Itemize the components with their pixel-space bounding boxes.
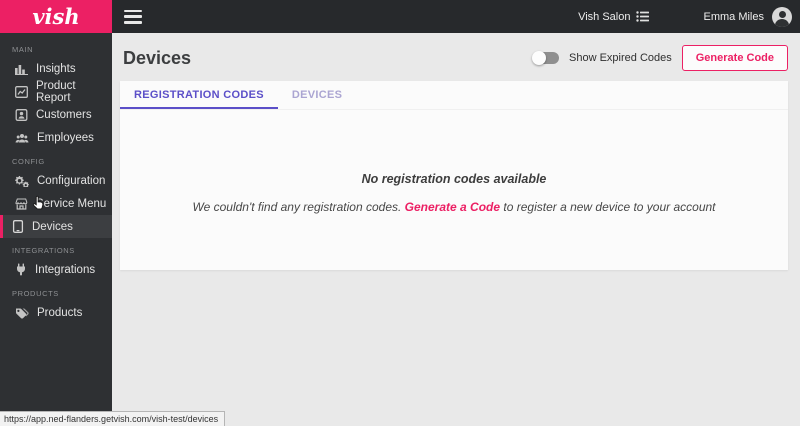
link-status-bar: https://app.ned-flanders.getvish.com/vis… <box>0 411 226 426</box>
sidebar-item-product-report[interactable]: Product Report <box>0 79 112 104</box>
vish-logo-text: vish <box>32 4 80 29</box>
toggle-label: Show Expired Codes <box>569 52 672 64</box>
page-header: Devices Show Expired Codes Generate Code <box>112 33 800 81</box>
toggle-knob <box>532 51 547 65</box>
sidebar-item-label: Insights <box>36 62 76 75</box>
main-content: Devices Show Expired Codes Generate Code… <box>112 33 800 426</box>
sidebar-item-configuration[interactable]: Configuration <box>0 169 112 192</box>
sidebar-item-products[interactable]: Products <box>0 301 112 324</box>
people-icon <box>15 133 29 142</box>
sidebar-item-label: Product Report <box>36 79 76 104</box>
tab-devices[interactable]: DEVICES <box>278 81 356 109</box>
sidebar-item-employees[interactable]: Employees <box>0 126 112 149</box>
tab-registration-codes[interactable]: REGISTRATION CODES <box>120 81 278 109</box>
topbar-right: Vish Salon Emma Miles <box>578 6 800 27</box>
registration-codes-panel: REGISTRATION CODES DEVICES No registrati… <box>120 81 788 270</box>
sidebar-item-customers[interactable]: Customers <box>0 103 112 126</box>
bar-chart-icon <box>15 64 28 75</box>
tablet-icon <box>12 220 24 233</box>
sidebar-item-label: Service Menu <box>36 197 107 210</box>
sidebar-item-label: Customers <box>36 108 92 121</box>
report-chart-icon <box>15 85 28 98</box>
sidebar: MAIN Insights Product Report Customers E… <box>0 33 112 426</box>
topbar: vish Vish Salon Emma Miles <box>0 0 800 33</box>
app-screen: vish Vish Salon Emma Miles MAIN Insights… <box>0 0 800 426</box>
empty-state-message: We couldn't find any registration codes.… <box>120 200 788 214</box>
tags-icon <box>16 308 29 319</box>
contact-card-icon <box>15 108 28 121</box>
user-menu[interactable]: Emma Miles <box>703 6 792 27</box>
sidebar-item-label: Devices <box>32 220 73 233</box>
empty-message-prefix: We couldn't find any registration codes. <box>192 200 405 214</box>
storefront-icon <box>15 198 28 210</box>
sidebar-section-products: PRODUCTS <box>12 289 59 298</box>
page-title: Devices <box>123 47 192 68</box>
empty-state: No registration codes available We could… <box>120 172 788 214</box>
vish-logo[interactable]: vish <box>0 0 112 33</box>
header-controls: Show Expired Codes Generate Code <box>532 45 788 71</box>
list-icon <box>636 11 650 22</box>
plug-icon <box>17 263 25 276</box>
sidebar-item-service-menu[interactable]: Service Menu <box>0 192 112 215</box>
sidebar-section-integrations: INTEGRATIONS <box>12 246 75 255</box>
show-expired-codes-toggle[interactable] <box>532 51 560 65</box>
sidebar-section-main: MAIN <box>12 45 34 54</box>
sidebar-item-integrations[interactable]: Integrations <box>0 258 112 281</box>
generate-a-code-link[interactable]: Generate a Code <box>405 200 500 214</box>
tab-bar: REGISTRATION CODES DEVICES <box>120 81 788 110</box>
user-name: Emma Miles <box>703 10 764 23</box>
hamburger-icon[interactable] <box>124 9 142 24</box>
sidebar-item-label: Integrations <box>35 263 96 276</box>
salon-switcher[interactable]: Vish Salon <box>578 10 650 23</box>
sidebar-item-insights[interactable]: Insights <box>0 57 112 80</box>
sidebar-item-label: Products <box>37 306 83 319</box>
person-avatar-icon[interactable] <box>772 6 792 27</box>
salon-name: Vish Salon <box>578 10 631 23</box>
sidebar-item-label: Configuration <box>37 174 106 187</box>
empty-message-suffix: to register a new device to your account <box>500 200 716 214</box>
sidebar-section-config: CONFIG <box>12 157 45 166</box>
sidebar-item-devices[interactable]: Devices <box>0 215 112 238</box>
empty-state-title: No registration codes available <box>361 172 547 186</box>
gears-icon <box>15 175 29 187</box>
sidebar-item-label: Employees <box>37 131 94 144</box>
generate-code-button[interactable]: Generate Code <box>681 45 788 71</box>
